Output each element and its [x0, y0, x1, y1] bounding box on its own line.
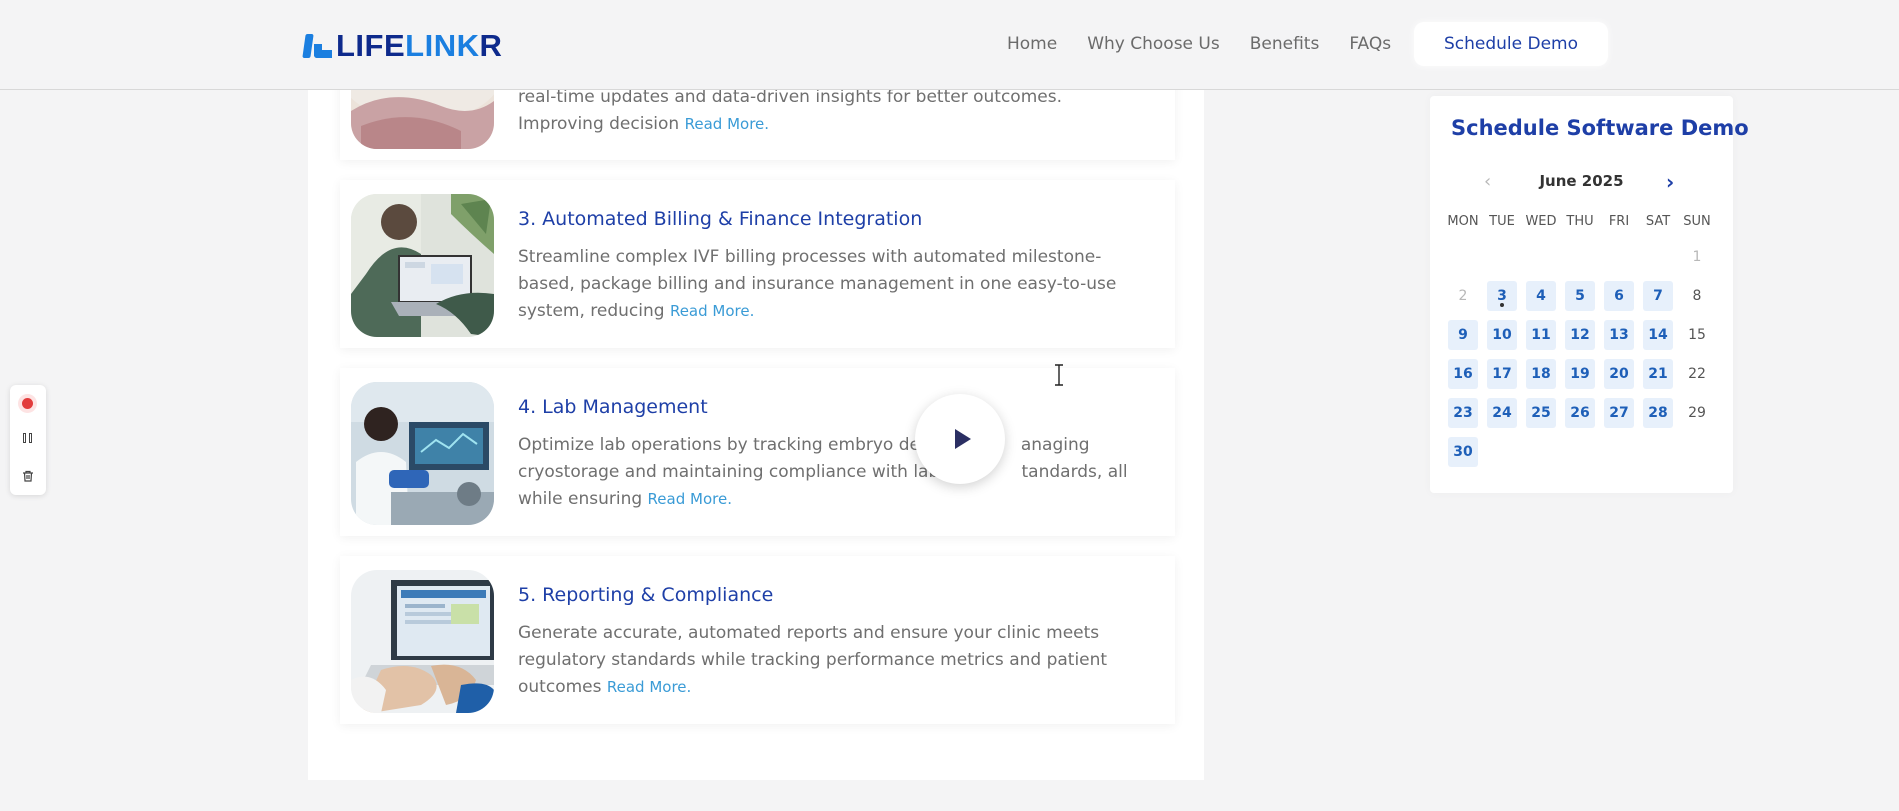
play-icon[interactable]	[915, 394, 1005, 484]
weekday-tue: TUE	[1489, 214, 1515, 229]
calendar-month-label: June 2025	[1539, 172, 1624, 190]
site-header: LIFELINKR Home Why Choose Us Benefits FA…	[0, 0, 1899, 90]
calendar-day-4[interactable]: 4	[1526, 281, 1556, 311]
page-background-bottom	[0, 780, 1899, 811]
calendar-day-6[interactable]: 6	[1604, 281, 1634, 311]
calendar-day-18[interactable]: 18	[1526, 359, 1556, 389]
feature-description: Generate accurate, automated reports and…	[518, 623, 1108, 697]
calendar-day-22: 22	[1688, 366, 1706, 382]
calendar-day-20[interactable]: 20	[1604, 359, 1634, 389]
calendar-day-21[interactable]: 21	[1643, 359, 1673, 389]
weekday-sat: SAT	[1645, 214, 1671, 229]
calendar-day-3[interactable]: 3	[1487, 281, 1517, 311]
chevron-right-icon[interactable]: ›	[1666, 170, 1674, 194]
record-icon[interactable]	[22, 398, 33, 409]
feature-description: Streamline complex IVF billing processes…	[518, 247, 1117, 321]
feature-description: Optimize lab operations by tracking embr…	[518, 435, 1128, 509]
feature-title[interactable]: 5. Reporting & Compliance	[518, 584, 773, 606]
logo-text: LIFELINKR	[336, 28, 503, 63]
calendar-day-19[interactable]: 19	[1565, 359, 1595, 389]
pause-icon[interactable]	[23, 433, 33, 443]
calendar-day-27[interactable]: 27	[1604, 398, 1634, 428]
calendar-day-29: 29	[1688, 405, 1706, 421]
calendar-day-15: 15	[1688, 327, 1706, 343]
feature-card-5: 5. Reporting & Compliance Generate accur…	[340, 556, 1175, 724]
calendar-day-10[interactable]: 10	[1487, 320, 1517, 350]
calendar-day-25[interactable]: 25	[1526, 398, 1556, 428]
calendar-day-26[interactable]: 26	[1565, 398, 1595, 428]
calendar-day-9[interactable]: 9	[1448, 320, 1478, 350]
text-cursor-icon	[1053, 364, 1065, 386]
weekday-thu: THU	[1566, 214, 1594, 229]
calendar-day-16[interactable]: 16	[1448, 359, 1478, 389]
weekday-sun: SUN	[1683, 214, 1711, 229]
feature-card-3: 3. Automated Billing & Finance Integrati…	[340, 180, 1175, 348]
read-more-link[interactable]: Read More.	[685, 115, 769, 133]
lifelinkr-logo[interactable]: LIFELINKR	[302, 28, 503, 63]
main-nav: Home Why Choose Us Benefits FAQs	[1007, 34, 1391, 54]
calendar-day-12[interactable]: 12	[1565, 320, 1595, 350]
calendar-day-23[interactable]: 23	[1448, 398, 1478, 428]
nav-faqs[interactable]: FAQs	[1349, 34, 1391, 54]
calendar-day-8: 8	[1692, 288, 1702, 304]
schedule-demo-calendar: Schedule Software Demo ‹ June 2025 › MON…	[1430, 96, 1749, 493]
feature-title[interactable]: 3. Automated Billing & Finance Integrati…	[518, 208, 922, 230]
weekday-mon: MON	[1447, 214, 1479, 229]
calendar-day-5[interactable]: 5	[1565, 281, 1595, 311]
calendar-day-7[interactable]: 7	[1643, 281, 1673, 311]
weekday-wed: WED	[1525, 214, 1557, 229]
calendar-day-2: 2	[1458, 288, 1468, 304]
feature-description: real-time updates and data-driven insigh…	[518, 87, 1062, 134]
nav-home[interactable]: Home	[1007, 34, 1057, 54]
feature-image-billing	[351, 194, 494, 337]
nav-why-choose-us[interactable]: Why Choose Us	[1087, 34, 1220, 54]
feature-title[interactable]: 4. Lab Management	[518, 396, 708, 418]
calendar-day-28[interactable]: 28	[1643, 398, 1673, 428]
feature-card-4: 4. Lab Management Optimize lab operation…	[340, 368, 1175, 536]
read-more-link[interactable]: Read More.	[648, 490, 732, 508]
calendar-title: Schedule Software Demo	[1451, 116, 1749, 140]
recording-toolbar	[10, 385, 46, 495]
trash-icon[interactable]	[22, 467, 34, 482]
calendar-day-24[interactable]: 24	[1487, 398, 1517, 428]
weekday-fri: FRI	[1608, 214, 1630, 229]
calendar-day-1: 1	[1692, 249, 1702, 265]
read-more-link[interactable]: Read More.	[670, 302, 754, 320]
nav-benefits[interactable]: Benefits	[1250, 34, 1320, 54]
calendar-day-13[interactable]: 13	[1604, 320, 1634, 350]
calendar-day-30[interactable]: 30	[1448, 437, 1478, 467]
calendar-day-17[interactable]: 17	[1487, 359, 1517, 389]
feature-image-reporting	[351, 570, 494, 713]
read-more-link[interactable]: Read More.	[607, 678, 691, 696]
calendar-day-14[interactable]: 14	[1643, 320, 1673, 350]
feature-image-lab	[351, 382, 494, 525]
schedule-demo-button[interactable]: Schedule Demo	[1414, 22, 1608, 66]
calendar-day-11[interactable]: 11	[1526, 320, 1556, 350]
logo-mark-icon	[302, 32, 334, 60]
